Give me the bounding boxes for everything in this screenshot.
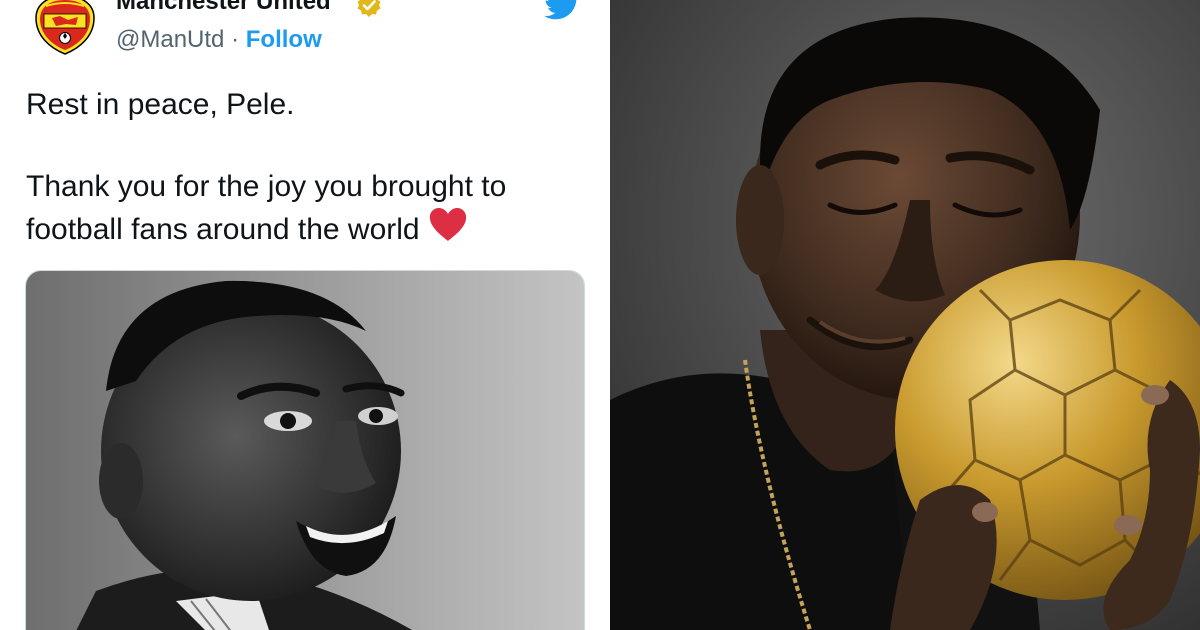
image-root: Manchester United @ManUtd · Follow Rest … xyxy=(0,0,1200,630)
tweet-body: Rest in peace, Pele. Thank you for the j… xyxy=(26,84,586,250)
tweet-text-line-1: Rest in peace, Pele. xyxy=(26,88,295,121)
heart-emoji-icon xyxy=(429,208,466,241)
follow-button[interactable]: Follow xyxy=(246,26,322,53)
author-handle-line: @ManUtd · Follow xyxy=(116,26,322,54)
handle-separator: · xyxy=(231,26,240,53)
tweet-text-line-2: Thank you for the joy you brought to foo… xyxy=(26,166,586,250)
bw-portrait-image xyxy=(26,271,584,630)
tweet-media-photo[interactable] xyxy=(25,270,585,630)
twitter-bird-icon[interactable] xyxy=(543,0,581,20)
portrait-photo xyxy=(610,0,1200,630)
tweet-card: Manchester United @ManUtd · Follow Rest … xyxy=(0,0,600,630)
author-handle[interactable]: @ManUtd xyxy=(116,26,224,53)
panel-divider xyxy=(600,0,610,630)
club-crest-avatar[interactable] xyxy=(30,0,100,56)
author-display-name[interactable]: Manchester United xyxy=(116,0,331,16)
golden-ball-portrait-image xyxy=(610,0,1200,630)
verified-badge-icon xyxy=(357,0,381,17)
